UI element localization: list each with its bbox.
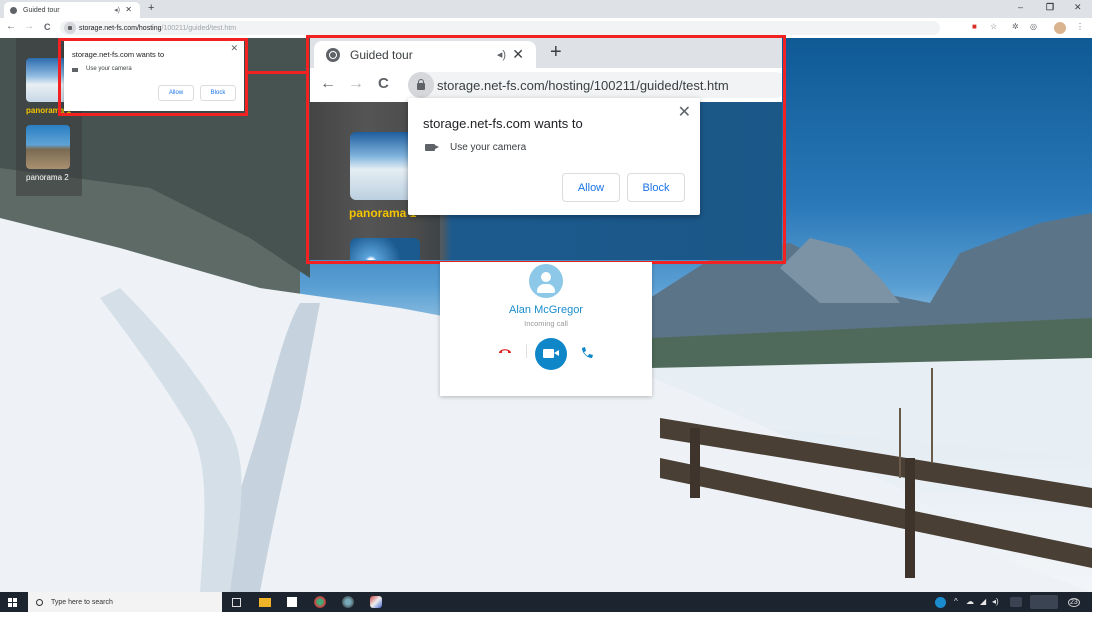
plus-icon: + [550,41,562,63]
speaker-icon[interactable]: ◂) [114,6,120,14]
inset-toolbar: ← → C storage.net-fs.com/hosting/100211/… [310,68,782,102]
maximize-button[interactable]: ❐ [1046,2,1054,13]
block-button[interactable]: Block [200,85,236,101]
accept-video-button[interactable] [535,338,567,370]
browser-tab[interactable]: Guided tour ◂) ✕ [4,2,140,18]
decline-call-button[interactable] [498,347,512,354]
panorama-label-2[interactable]: panorama 2 [26,173,69,182]
app-taskbar-icon[interactable] [342,596,354,608]
inset-address-bar: storage.net-fs.com/hosting/100211/guided… [408,72,782,98]
forward-arrow-icon: → [348,75,364,92]
minimize-button[interactable]: – [1018,2,1023,12]
url-path: /100211/guided/test.htm [161,24,237,32]
menu-icon[interactable]: ⋮ [1076,22,1084,31]
prompt-permission: Use your camera [86,66,132,72]
chrome-taskbar-icon[interactable] [314,596,326,608]
reload-icon: C [378,75,389,92]
panorama-thumb-2[interactable] [26,125,70,169]
close-window-button[interactable]: ✕ [1074,2,1082,13]
inset-url: storage.net-fs.com/hosting/100211/guided… [437,77,729,93]
prompt-title: storage.net-fs.com wants to [72,50,165,59]
video-camera-icon [543,349,559,358]
profile-avatar[interactable] [1054,22,1066,34]
prompt-permission: Use your camera [450,142,527,153]
close-icon: ✕ [677,104,691,121]
call-status: Incoming call [524,319,568,328]
tab-title: Guided tour [23,6,60,14]
inset-tab-title: Guided tour [350,47,413,62]
inset-browser-tab: Guided tour ◂) ✕ [314,41,536,68]
divider [526,344,527,358]
camera-icon [425,144,439,151]
address-bar[interactable]: storage.net-fs.com/hosting/100211/guided… [60,21,940,35]
reload-button[interactable]: C [44,22,51,32]
back-button[interactable]: ← [6,21,16,32]
app-taskbar-icon-2[interactable] [370,596,382,608]
inset-thumb-2 [350,238,420,260]
incoming-call-card: Alan McGregor Incoming call [440,262,652,396]
caller-avatar [529,264,563,298]
prompt-close-button[interactable]: ✕ [230,43,238,54]
close-icon: ✕ [512,46,524,62]
volume-icon[interactable]: ◂) [992,597,999,606]
globe-icon [326,47,340,62]
screen: Guided tour ◂) ✕ + – ❐ ✕ ← → C storage.n… [0,0,1092,612]
network-icon[interactable]: ◢ [980,597,986,606]
notifications-badge[interactable]: 23 [1068,598,1080,607]
inset-thumb-label: panorama 1 [349,206,417,220]
forward-button[interactable]: → [24,21,34,32]
hangup-icon [499,349,511,353]
lock-icon [408,72,434,98]
browser-toolbar: ← → C storage.net-fs.com/hosting/100211/… [0,18,1092,38]
taskbar: Type here to search ^ ☁ ◢ ◂) 23 [0,592,1092,612]
caller-name: Alan McGregor [509,304,583,316]
block-button-zoomed: Block [627,173,685,202]
allow-button[interactable]: Allow [158,85,194,101]
onedrive-icon[interactable]: ☁ [966,597,974,606]
camera-permission-prompt-zoomed: storage.net-fs.com wants to Use your cam… [408,98,700,215]
language-indicator[interactable] [1010,597,1022,607]
taskbar-search[interactable]: Type here to search [28,592,222,612]
camera-icon [72,68,78,72]
clock[interactable] [1030,595,1058,609]
accept-voice-button[interactable] [580,346,594,360]
windows-start-button[interactable] [8,598,17,607]
globe-icon [10,6,17,14]
url-host: storage.net-fs.com/hosting [79,24,162,32]
file-explorer-icon[interactable] [259,598,271,607]
lock-icon[interactable] [64,22,76,34]
extensions-icon[interactable]: ✲ [1012,22,1019,31]
task-view-icon[interactable] [232,598,241,607]
bookmark-star-icon[interactable]: ☆ [990,22,997,31]
show-hidden-icons-chevron[interactable]: ^ [954,597,958,606]
search-icon [36,598,43,606]
back-arrow-icon: ← [320,75,336,92]
search-placeholder: Type here to search [51,598,113,606]
inset-tabbar: Guided tour ◂) ✕ + [310,38,782,68]
speaker-icon: ◂) [496,49,506,61]
prompt-title: storage.net-fs.com wants to [423,116,583,131]
help-icon[interactable] [935,597,946,608]
media-icon[interactable]: ◎ [1030,22,1037,31]
allow-button-zoomed: Allow [562,173,620,202]
new-tab-button[interactable]: + [148,2,154,14]
highlight-connector [247,71,307,74]
camera-permission-prompt: storage.net-fs.com wants to Use your cam… [64,41,244,111]
browser-window: Guided tour ◂) ✕ + – ❐ ✕ ← → C storage.n… [0,0,1092,38]
blocked-camera-icon[interactable]: ■ [972,22,977,31]
phone-icon [582,347,593,358]
store-icon[interactable] [287,597,297,607]
tab-close-button[interactable]: ✕ [125,5,132,14]
